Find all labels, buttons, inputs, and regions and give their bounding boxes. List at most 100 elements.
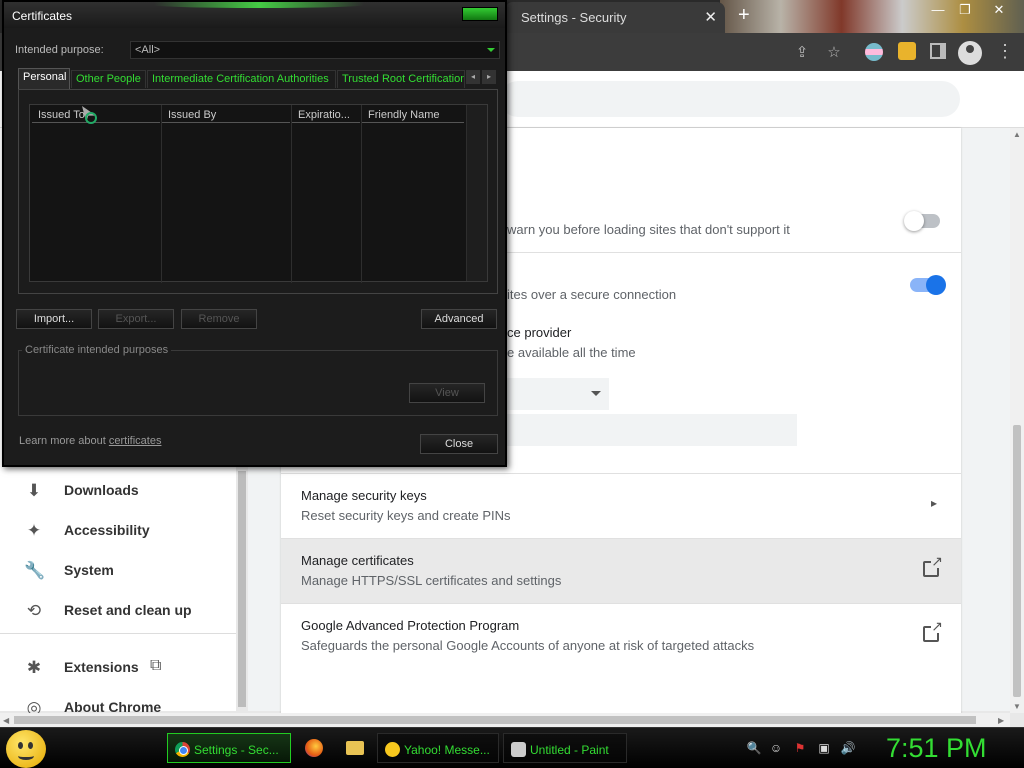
extension-flag-icon[interactable] <box>865 43 883 61</box>
close-button[interactable]: Close <box>420 434 498 454</box>
column-issued-by[interactable]: Issued By <box>162 107 290 123</box>
tab-scroll-right-icon[interactable]: ▸ <box>482 70 496 84</box>
import-button[interactable]: Import... <box>16 309 92 329</box>
maximize-button[interactable]: ❐ <box>952 2 978 18</box>
browser-tab-settings[interactable]: Settings - Security ✕ <box>505 2 725 33</box>
learn-more-prefix: Learn more about <box>19 435 109 447</box>
external-link-icon: ⧉ <box>150 657 162 674</box>
tab-scroll-left-icon[interactable]: ◂ <box>466 70 480 84</box>
taskbar-item-label: Settings - Sec... <box>194 743 279 757</box>
titlebar-glow <box>154 2 364 8</box>
manage-security-keys-row[interactable]: Manage security keys Reset security keys… <box>281 473 961 538</box>
nav-label: Downloads <box>64 482 139 498</box>
minimize-button[interactable]: — <box>925 2 951 17</box>
column-separator <box>361 105 362 283</box>
column-friendly-name[interactable]: Friendly Name <box>362 107 464 123</box>
tray-action-center-flag-icon[interactable]: ⚑ <box>792 740 808 756</box>
dialog-titlebar[interactable]: Certificates <box>4 2 505 28</box>
nav-label: Extensions <box>64 659 139 675</box>
https-first-description: warn you before loading sites that don't… <box>507 222 790 237</box>
wrench-icon: 🔧 <box>24 561 46 580</box>
taskbar-item-label: Untitled - Paint <box>530 743 609 757</box>
extensions-puzzle-icon[interactable] <box>898 42 916 60</box>
certificates-help-link[interactable]: certificates <box>109 435 162 447</box>
taskbar-clock[interactable]: 7:51 PM <box>886 733 987 764</box>
dns-custom-input[interactable] <box>505 414 797 446</box>
intended-purpose-label: Intended purpose: <box>15 44 104 56</box>
new-tab-button[interactable]: + <box>738 4 750 27</box>
smiley-mouth <box>18 752 34 760</box>
advanced-button[interactable]: Advanced <box>421 309 497 329</box>
column-expiration[interactable]: Expiratio... <box>292 107 360 123</box>
manage-certificates-row[interactable]: Manage certificates Manage HTTPS/SSL cer… <box>281 538 961 603</box>
nav-label: Accessibility <box>64 522 150 538</box>
view-button[interactable]: View <box>409 383 485 403</box>
taskbar: Settings - Sec... Yahoo! Messe... Untitl… <box>0 727 1024 768</box>
remove-button[interactable]: Remove <box>181 309 257 329</box>
nav-item-extensions[interactable]: ✱ Extensions ⧉ <box>0 650 236 686</box>
restore-icon: ⟲ <box>26 601 42 620</box>
tab-other-people[interactable]: Other People <box>71 70 146 88</box>
horizontal-scrollbar-thumb[interactable] <box>14 716 976 724</box>
page-scrollbar-thumb[interactable] <box>1013 425 1021 697</box>
window-close-button[interactable]: ✕ <box>986 2 1012 18</box>
accessibility-icon: ✦ <box>26 521 42 540</box>
share-icon[interactable]: ⇪ <box>792 43 812 63</box>
chrome-menu-icon[interactable]: ⋮ <box>996 41 1014 62</box>
row-subtitle: Safeguards the personal Google Accounts … <box>301 638 755 653</box>
nav-scrollbar-thumb[interactable] <box>238 471 246 707</box>
yahoo-messenger-icon <box>385 742 400 757</box>
tab-close-icon[interactable]: ✕ <box>704 8 717 26</box>
tray-network-icon[interactable]: ▣ <box>816 740 832 756</box>
advanced-protection-row[interactable]: Google Advanced Protection Program Safeg… <box>281 603 961 668</box>
secure-dns-description: ites over a secure connection <box>507 287 677 302</box>
tab-intermediate-ca[interactable]: Intermediate Certification Authorities <box>147 70 336 88</box>
tray-search-icon[interactable]: 🔍 <box>746 740 762 756</box>
column-separator <box>161 105 162 283</box>
scroll-up-arrow[interactable]: ▲ <box>1013 130 1021 139</box>
dialog-close-button[interactable] <box>462 7 498 21</box>
scroll-right-arrow[interactable]: ▶ <box>998 716 1004 725</box>
chrome-icon <box>175 742 190 757</box>
titlebar-theme-art <box>720 0 1024 33</box>
bookmark-star-icon[interactable]: ☆ <box>824 43 844 63</box>
tray-messenger-icon[interactable]: ☺ <box>768 740 784 756</box>
firefox-icon[interactable] <box>305 739 323 757</box>
dns-provider-select[interactable] <box>505 378 609 410</box>
dialog-title: Certificates <box>12 9 73 23</box>
tab-trusted-root-ca[interactable]: Trusted Root Certification <box>337 70 465 88</box>
tray-volume-icon[interactable]: 🔊 <box>840 740 856 756</box>
download-icon: ⬇ <box>26 481 42 500</box>
row-title: Manage certificates <box>301 553 414 568</box>
tab-personal[interactable]: Personal <box>18 68 70 89</box>
start-button-smiley-icon[interactable] <box>6 730 46 768</box>
toggle-knob <box>904 211 924 231</box>
service-provider-label: ce provider <box>507 325 572 340</box>
settings-search-input[interactable] <box>500 81 960 117</box>
row-title: Google Advanced Protection Program <box>301 618 520 633</box>
intended-purpose-select[interactable]: <All> <box>130 41 500 59</box>
scroll-down-arrow[interactable]: ▼ <box>1013 702 1021 711</box>
side-panel-icon[interactable] <box>930 43 946 59</box>
nav-item-system[interactable]: 🔧 System <box>0 553 236 589</box>
certificate-list[interactable]: Issued To Issued By Expiratio... Friendl… <box>29 104 488 283</box>
busy-cursor-icon <box>85 112 97 124</box>
profile-avatar[interactable] <box>958 41 982 65</box>
nav-item-downloads[interactable]: ⬇ Downloads <box>0 473 236 509</box>
row-subtitle: Reset security keys and create PINs <box>301 508 511 523</box>
secure-dns-toggle[interactable] <box>910 275 946 295</box>
chevron-right-icon: ▸ <box>930 496 937 510</box>
nav-item-reset[interactable]: ⟲ Reset and clean up <box>0 593 236 629</box>
export-button[interactable]: Export... <box>98 309 174 329</box>
scroll-left-arrow[interactable]: ◀ <box>3 716 9 725</box>
service-provider-description: e available all the time <box>507 345 636 360</box>
open-external-icon <box>923 554 944 577</box>
taskbar-item-chrome[interactable]: Settings - Sec... <box>167 733 291 763</box>
taskbar-item-yahoo-messenger[interactable]: Yahoo! Messe... <box>377 733 499 763</box>
nav-item-accessibility[interactable]: ✦ Accessibility <box>0 513 236 549</box>
certificate-list-scrollbar[interactable] <box>466 105 487 281</box>
https-first-toggle[interactable] <box>904 211 940 231</box>
folder-icon[interactable] <box>346 741 364 755</box>
taskbar-item-paint[interactable]: Untitled - Paint <box>503 733 627 763</box>
toggle-knob <box>926 275 946 295</box>
